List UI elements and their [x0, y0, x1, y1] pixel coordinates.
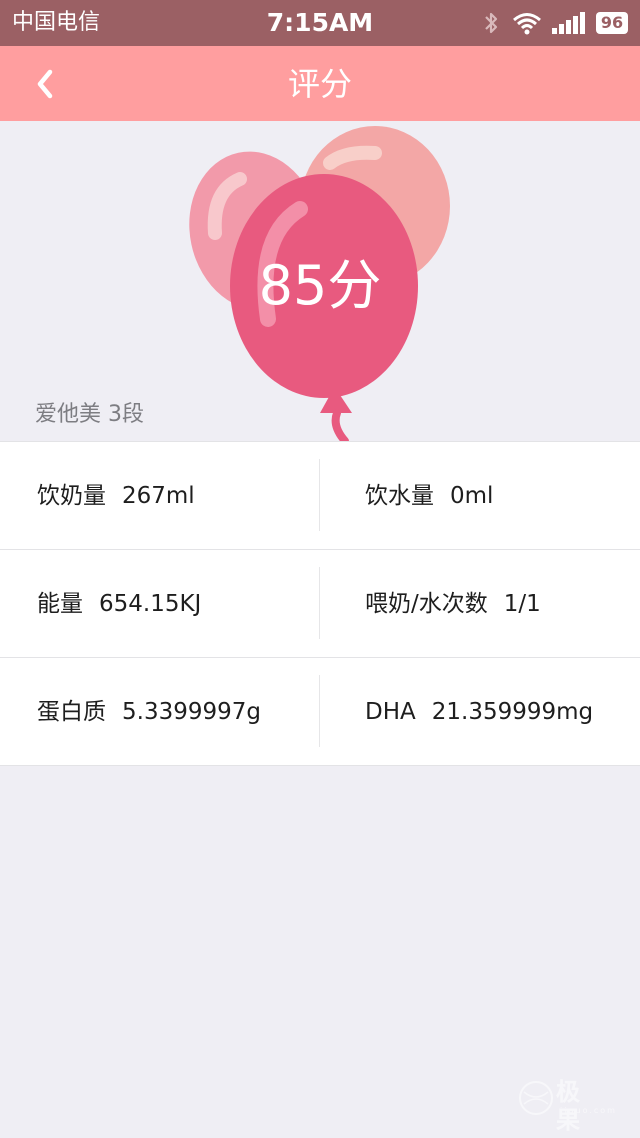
- stat-value: 21.359999mg: [431, 699, 594, 725]
- stat-value: 1/1: [503, 591, 541, 617]
- stat-label: 喂奶/水次数: [365, 591, 488, 617]
- stat-value: 5.3399997g: [122, 699, 261, 725]
- stat-value: 267ml: [122, 483, 195, 509]
- score-hero: 85分 爱他美 3段: [0, 121, 640, 441]
- row-divider: [319, 459, 320, 531]
- watermark-logo-icon: [519, 1081, 553, 1115]
- stats-row: 能量 654.15KJ 喂奶/水次数 1/1: [0, 550, 640, 658]
- status-bar: 中国电信 7:15AM 96: [0, 0, 640, 46]
- signal-strength-icon: [552, 12, 585, 34]
- battery-icon: 96: [596, 12, 628, 34]
- status-time: 7:15AM: [266, 8, 374, 37]
- stat-label: 饮水量: [365, 483, 434, 509]
- score-value: 85分: [258, 254, 382, 317]
- nav-bar: 评分: [0, 46, 640, 121]
- stat-label: 饮奶量: [37, 483, 106, 509]
- watermark: 极果 jiguo.com: [518, 1078, 615, 1134]
- stat-dha: DHA 21.359999mg: [365, 697, 593, 727]
- page-title: 评分: [287, 65, 352, 103]
- wifi-icon: [513, 13, 541, 35]
- stats-row: 饮奶量 267ml 饮水量 0ml: [0, 441, 640, 550]
- formula-name: 爱他美 3段: [35, 402, 144, 427]
- stat-label: 蛋白质: [37, 699, 106, 725]
- stats-row: 蛋白质 5.3399997g DHA 21.359999mg: [0, 658, 640, 766]
- stat-water-intake: 饮水量 0ml: [365, 481, 493, 511]
- stat-feeding-count: 喂奶/水次数 1/1: [365, 589, 541, 619]
- bluetooth-icon: [485, 12, 498, 34]
- stat-energy: 能量 654.15KJ: [37, 589, 201, 619]
- stat-label: DHA: [365, 699, 416, 725]
- row-divider: [319, 567, 320, 639]
- row-divider: [319, 675, 320, 747]
- battery-level: 96: [600, 13, 624, 32]
- stat-value: 0ml: [450, 483, 494, 509]
- watermark-subtext: jiguo.com: [560, 1106, 617, 1115]
- stat-protein: 蛋白质 5.3399997g: [37, 697, 261, 727]
- stat-label: 能量: [37, 591, 83, 617]
- stats-panel: 饮奶量 267ml 饮水量 0ml 能量 654.15KJ 喂奶/水次数 1/1 蛋白质…: [0, 441, 640, 766]
- stat-milk-intake: 饮奶量 267ml: [37, 481, 195, 511]
- stat-value: 654.15KJ: [99, 591, 202, 617]
